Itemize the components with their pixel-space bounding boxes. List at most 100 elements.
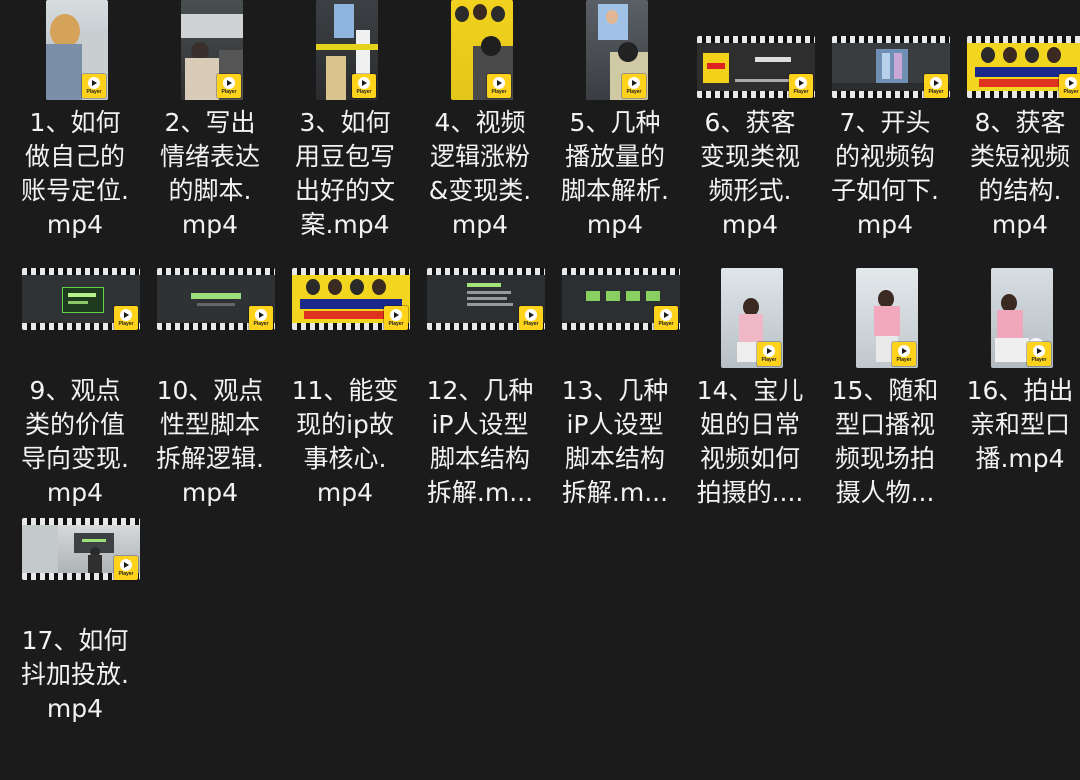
player-badge-label: Player bbox=[221, 89, 237, 95]
play-icon bbox=[88, 77, 100, 89]
player-badge-label: Player bbox=[626, 89, 642, 95]
file-name-label[interactable]: 3、如何 用豆包写 出好的文 案.mp4 bbox=[278, 106, 412, 242]
play-icon bbox=[120, 559, 132, 571]
file-name-label[interactable]: 8、获客 类短视频 的结构. mp4 bbox=[953, 106, 1080, 242]
player-app-icon: Player bbox=[757, 342, 781, 366]
file-thumbnail-area[interactable]: Player bbox=[8, 0, 142, 104]
file-item[interactable]: Player 9、观点 类的价值 导向变现. mp4 bbox=[8, 268, 142, 530]
play-icon bbox=[763, 345, 775, 357]
file-thumbnail-area[interactable]: Player bbox=[143, 0, 277, 104]
player-badge-label: Player bbox=[118, 571, 134, 577]
file-thumbnail-area[interactable]: Player bbox=[818, 268, 952, 372]
file-name-line: 出好的文 bbox=[294, 176, 395, 205]
file-thumbnail-area[interactable]: Player bbox=[278, 268, 412, 372]
play-icon bbox=[120, 309, 132, 321]
play-icon bbox=[493, 77, 505, 89]
file-name-label[interactable]: 12、几种 iP人设型 脚本结构 拆解.m... bbox=[413, 374, 547, 510]
player-badge-label: Player bbox=[356, 89, 372, 95]
file-thumbnail-area[interactable]: Player bbox=[8, 268, 142, 372]
file-thumbnail-area[interactable]: Player bbox=[548, 0, 682, 104]
file-name-line: mp4 bbox=[181, 210, 239, 239]
player-app-icon: Player bbox=[519, 306, 543, 330]
file-thumbnail-area[interactable]: Player bbox=[683, 268, 817, 372]
file-item[interactable]: Player 7、开头 的视频钩 子如何下. mp4 bbox=[818, 0, 952, 262]
file-name-label[interactable]: 9、观点 类的价值 导向变现. mp4 bbox=[8, 374, 142, 510]
file-name-line: 视频如何 bbox=[699, 444, 800, 473]
file-name-line: mp4 bbox=[46, 478, 104, 507]
file-name-line: 12、几种 bbox=[426, 376, 534, 405]
player-badge-label: Player bbox=[388, 321, 404, 327]
file-name-line: 性型脚本 bbox=[159, 410, 260, 439]
file-name-line: 情绪表达 bbox=[159, 142, 260, 171]
file-thumbnail-area[interactable]: Player bbox=[683, 0, 817, 104]
player-app-icon: Player bbox=[384, 306, 408, 330]
file-item[interactable]: Player 15、随和 型口播视 频现场拍 摄人物... bbox=[818, 268, 952, 530]
play-icon bbox=[390, 309, 402, 321]
player-app-icon: Player bbox=[924, 74, 948, 98]
file-name-line: 7、开头 bbox=[839, 108, 931, 137]
file-name-line: 用豆包写 bbox=[294, 142, 395, 171]
file-name-label[interactable]: 16、拍出 亲和型口 播.mp4 bbox=[953, 374, 1080, 476]
file-name-line: 拆解.m... bbox=[561, 478, 669, 507]
player-badge-label: Player bbox=[523, 321, 539, 327]
file-item[interactable]: Player 17、如何 抖加投放. mp4 bbox=[8, 518, 142, 780]
file-thumbnail-area[interactable]: Player bbox=[8, 518, 142, 622]
file-name-line: 1、如何 bbox=[29, 108, 121, 137]
file-item[interactable]: Player 2、写出 情绪表达 的脚本. mp4 bbox=[143, 0, 277, 262]
file-thumbnail-area[interactable]: Player bbox=[818, 0, 952, 104]
file-item[interactable]: Player 8、获客 类短视频 的结构. mp4 bbox=[953, 0, 1080, 262]
file-item[interactable]: Player 10、观点 性型脚本 拆解逻辑. mp4 bbox=[143, 268, 277, 530]
file-name-label[interactable]: 1、如何 做自己的 账号定位. mp4 bbox=[8, 106, 142, 242]
file-item[interactable]: Player 3、如何 用豆包写 出好的文 案.mp4 bbox=[278, 0, 412, 262]
file-thumbnail-area[interactable]: Player bbox=[413, 268, 547, 372]
file-name-line: &变现类. bbox=[428, 176, 532, 205]
file-name-label[interactable]: 14、宝儿 姐的日常 视频如何 拍摄的.... bbox=[683, 374, 817, 510]
file-thumbnail-area[interactable]: Player bbox=[413, 0, 547, 104]
file-name-label[interactable]: 2、写出 情绪表达 的脚本. mp4 bbox=[143, 106, 277, 242]
file-name-label[interactable]: 6、获客 变现类视 频形式. mp4 bbox=[683, 106, 817, 242]
file-thumbnail-area[interactable]: Player bbox=[278, 0, 412, 104]
file-thumbnail-area[interactable]: Player bbox=[143, 268, 277, 372]
filmstrip-edge bbox=[427, 268, 545, 275]
file-name-line: mp4 bbox=[991, 210, 1049, 239]
file-name-line: 播.mp4 bbox=[975, 444, 1065, 473]
file-item[interactable]: Player 6、获客 变现类视 频形式. mp4 bbox=[683, 0, 817, 262]
file-item[interactable]: Player 4、视频 逻辑涨粉 &变现类. mp4 bbox=[413, 0, 547, 262]
file-name-label[interactable]: 4、视频 逻辑涨粉 &变现类. mp4 bbox=[413, 106, 547, 242]
file-thumbnail-area[interactable]: Player bbox=[953, 268, 1080, 372]
file-name-line: 8、获客 bbox=[974, 108, 1066, 137]
file-name-label[interactable]: 10、观点 性型脚本 拆解逻辑. mp4 bbox=[143, 374, 277, 510]
file-thumbnail-area[interactable]: Player bbox=[953, 0, 1080, 104]
file-name-line: 拆解.m... bbox=[426, 478, 534, 507]
file-item[interactable]: Player 11、能变 现的ip故 事核心. mp4 bbox=[278, 268, 412, 530]
file-item[interactable]: Player 16、拍出 亲和型口 播.mp4 bbox=[953, 268, 1080, 530]
file-item[interactable]: Player 14、宝儿 姐的日常 视频如何 拍摄的.... bbox=[683, 268, 817, 530]
player-app-icon: Player bbox=[789, 74, 813, 98]
player-app-icon: Player bbox=[892, 342, 916, 366]
file-name-line: 4、视频 bbox=[434, 108, 526, 137]
file-name-line: 子如何下. bbox=[831, 176, 939, 205]
player-badge-label: Player bbox=[793, 89, 809, 95]
file-name-line: 的结构. bbox=[978, 176, 1062, 205]
file-name-line: 10、观点 bbox=[156, 376, 264, 405]
player-app-icon: Player bbox=[654, 306, 678, 330]
play-icon bbox=[525, 309, 537, 321]
file-item[interactable]: Player 12、几种 iP人设型 脚本结构 拆解.m... bbox=[413, 268, 547, 530]
file-name-label[interactable]: 17、如何 抖加投放. mp4 bbox=[8, 624, 142, 726]
play-icon bbox=[1033, 345, 1045, 357]
file-item[interactable]: Player 5、几种 播放量的 脚本解析. mp4 bbox=[548, 0, 682, 262]
file-name-line: iP人设型 bbox=[566, 410, 664, 439]
file-name-label[interactable]: 13、几种 iP人设型 脚本结构 拆解.m... bbox=[548, 374, 682, 510]
file-name-label[interactable]: 5、几种 播放量的 脚本解析. mp4 bbox=[548, 106, 682, 242]
file-name-label[interactable]: 7、开头 的视频钩 子如何下. mp4 bbox=[818, 106, 952, 242]
file-thumbnail-area[interactable]: Player bbox=[548, 268, 682, 372]
file-name-label[interactable]: 15、随和 型口播视 频现场拍 摄人物... bbox=[818, 374, 952, 510]
file-item[interactable]: Player 1、如何 做自己的 账号定位. mp4 bbox=[8, 0, 142, 262]
file-grid: Player 1、如何 做自己的 账号定位. mp4 Player 2、写出 情绪表达 的脚本.… bbox=[0, 0, 1080, 723]
player-badge-label: Player bbox=[491, 89, 507, 95]
file-name-line: 脚本结构 bbox=[429, 444, 530, 473]
file-name-line: 2、写出 bbox=[164, 108, 256, 137]
file-item[interactable]: Player 13、几种 iP人设型 脚本结构 拆解.m... bbox=[548, 268, 682, 530]
play-icon bbox=[898, 345, 910, 357]
file-name-label[interactable]: 11、能变 现的ip故 事核心. mp4 bbox=[278, 374, 412, 510]
